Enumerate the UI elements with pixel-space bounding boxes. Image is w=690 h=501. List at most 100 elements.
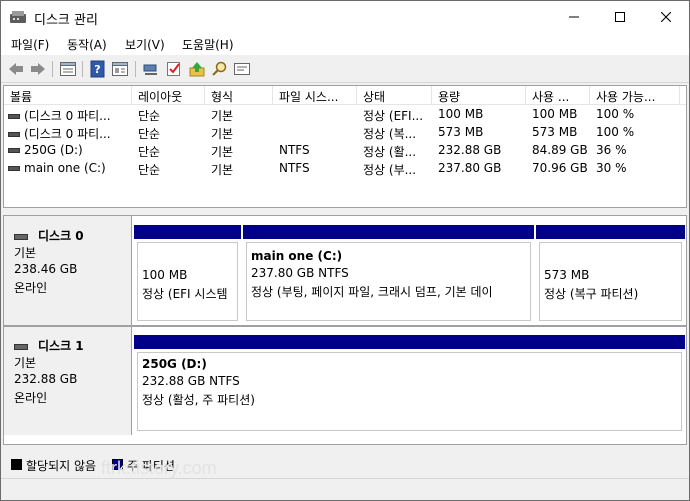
layout-cell: 단순 — [138, 163, 161, 177]
column-header-layout[interactable]: 레이아웃 — [132, 86, 205, 105]
free-space-cell: 84.89 GB — [532, 143, 588, 157]
disk-type: 기본 — [14, 356, 37, 370]
partition-body: 250G (D:) 232.88 GB NTFS 정상 (활성, 주 파티션) — [137, 352, 682, 431]
type-cell: 기본 — [211, 127, 234, 141]
partition-size: 237.80 GB NTFS — [251, 266, 349, 280]
primary-partition-bar — [243, 225, 534, 239]
check-icon[interactable] — [165, 60, 183, 78]
partition-main-one-c[interactable]: main one (C:) 237.80 GB NTFS 정상 (부팅, 페이지… — [243, 225, 534, 324]
column-header-filesystem[interactable]: 파일 시스... — [273, 86, 357, 105]
menu-bar: 파일(F) 동작(A) 보기(V) 도움말(H) — [1, 33, 689, 55]
toolbar-separator — [82, 61, 83, 77]
forward-arrow-icon[interactable] — [29, 60, 47, 78]
menu-help[interactable]: 도움말(H) — [182, 36, 234, 53]
partition-size: 232.88 GB NTFS — [142, 374, 240, 388]
maximize-button[interactable] — [597, 1, 643, 33]
column-header-capacity[interactable]: 용량 — [432, 86, 526, 105]
volume-row[interactable]: main one (C:) 단순 기본 NTFS 정상 (부... 237.80… — [4, 160, 686, 178]
close-button[interactable] — [643, 1, 689, 33]
legend-unallocated-swatch — [11, 459, 22, 470]
percent-free-cell: 100 % — [596, 107, 635, 121]
free-space-cell: 573 MB — [532, 125, 578, 139]
partition-recovery[interactable]: 573 MB 정상 (복구 파티션) — [536, 225, 685, 324]
disk-graphical-view: 디스크 0 기본 238.46 GB 온라인 100 MB 정상 (EFI 시스… — [3, 215, 687, 445]
minimize-button[interactable] — [551, 1, 597, 33]
up-icon[interactable] — [188, 60, 206, 78]
primary-partition-bar — [134, 335, 685, 349]
console-icon[interactable] — [233, 60, 251, 78]
help-icon[interactable]: ? — [89, 60, 107, 78]
column-header-status[interactable]: 상태 — [357, 86, 432, 105]
search-icon[interactable] — [211, 60, 229, 78]
volume-icon — [8, 114, 20, 119]
column-header-percent-free[interactable]: 사용 가능... — [590, 86, 680, 105]
volume-icon — [8, 166, 20, 171]
volume-row[interactable]: (디스크 0 파티... 단순 기본 정상 (EFI... 100 MB 100… — [4, 106, 686, 124]
capacity-cell: 100 MB — [438, 107, 484, 121]
partition-status: 정상 (복구 파티션) — [544, 287, 639, 301]
close-icon — [661, 12, 671, 22]
primary-partition-bar — [134, 225, 241, 239]
window-title: 디스크 관리 — [34, 13, 98, 28]
filesystem-cell: NTFS — [279, 161, 310, 175]
partition-body: 573 MB 정상 (복구 파티션) — [539, 242, 682, 321]
volume-icon — [8, 148, 20, 153]
disk-icon — [14, 343, 28, 350]
partition-size: 573 MB — [544, 268, 590, 282]
percent-free-cell: 100 % — [596, 125, 635, 139]
pane-splitter[interactable] — [1, 210, 689, 214]
partition-efi[interactable]: 100 MB 정상 (EFI 시스템 — [134, 225, 241, 324]
layout-cell: 단순 — [138, 127, 161, 141]
legend-unallocated-label: 할당되지 않음 — [26, 459, 97, 473]
partition-status: 정상 (부팅, 페이지 파일, 크래시 덤프, 기본 데이 — [251, 285, 493, 299]
back-arrow-icon[interactable] — [7, 60, 25, 78]
layout-cell: 단순 — [138, 145, 161, 159]
percent-free-cell: 30 % — [596, 161, 627, 175]
watermark: ftrk.tistory.com — [101, 458, 217, 478]
volume-list-header: 볼륨 레이아웃 형식 파일 시스... 상태 용량 사용 ... 사용 가능..… — [4, 86, 686, 105]
status-cell: 정상 (EFI... — [363, 109, 424, 123]
free-space-cell: 70.96 GB — [532, 161, 588, 175]
status-cell: 정상 (활... — [363, 145, 417, 159]
volume-row[interactable]: 250G (D:) 단순 기본 NTFS 정상 (활... 232.88 GB … — [4, 142, 686, 160]
capacity-cell: 232.88 GB — [438, 143, 502, 157]
type-cell: 기본 — [211, 109, 234, 123]
menu-action[interactable]: 동작(A) — [67, 36, 107, 53]
disk-management-window: 디스크 관리 파일(F) 동작(A) 보기(V) 도움말(H) ? 볼륨 레이아… — [0, 0, 690, 501]
disk-1-label[interactable]: 디스크 1 기본 232.88 GB 온라인 — [4, 327, 132, 435]
partition-status: 정상 (EFI 시스템 — [142, 287, 228, 301]
disk-0-label[interactable]: 디스크 0 기본 238.46 GB 온라인 — [4, 216, 132, 325]
primary-partition-bar — [536, 225, 685, 239]
partition-size: 100 MB — [142, 268, 188, 282]
disk-icon — [14, 233, 28, 240]
properties-icon[interactable] — [111, 60, 129, 78]
capacity-cell: 237.80 GB — [438, 161, 502, 175]
volume-name-cell: main one (C:) — [8, 161, 132, 175]
menu-view[interactable]: 보기(V) — [125, 36, 165, 53]
disk-name: 디스크 1 — [14, 337, 84, 354]
partition-name: main one (C:) — [251, 249, 343, 263]
partition-status: 정상 (활성, 주 파티션) — [142, 393, 255, 407]
percent-free-cell: 36 % — [596, 143, 627, 157]
column-header-type[interactable]: 형식 — [205, 86, 273, 105]
disk-management-app-icon — [10, 11, 26, 23]
partition-body: main one (C:) 237.80 GB NTFS 정상 (부팅, 페이지… — [246, 242, 531, 321]
toolbar-separator — [135, 61, 136, 77]
svg-text:?: ? — [94, 63, 100, 76]
type-cell: 기본 — [211, 145, 234, 159]
disk-status: 온라인 — [14, 391, 48, 405]
capacity-cell: 573 MB — [438, 125, 484, 139]
status-cell: 정상 (부... — [363, 163, 417, 177]
disk-size: 238.46 GB — [14, 262, 78, 276]
column-header-free-space[interactable]: 사용 ... — [526, 86, 590, 105]
volume-list: 볼륨 레이아웃 형식 파일 시스... 상태 용량 사용 ... 사용 가능..… — [3, 85, 687, 208]
filesystem-cell: NTFS — [279, 143, 310, 157]
disk-name: 디스크 0 — [14, 227, 84, 244]
disk-status: 온라인 — [14, 281, 48, 295]
list-view-icon[interactable] — [59, 60, 77, 78]
column-header-volume[interactable]: 볼륨 — [4, 86, 132, 105]
connect-icon[interactable] — [142, 60, 160, 78]
menu-file[interactable]: 파일(F) — [11, 36, 49, 53]
volume-row[interactable]: (디스크 0 파티... 단순 기본 정상 (복... 573 MB 573 M… — [4, 124, 686, 142]
partition-250g-d[interactable]: 250G (D:) 232.88 GB NTFS 정상 (활성, 주 파티션) — [134, 335, 685, 434]
